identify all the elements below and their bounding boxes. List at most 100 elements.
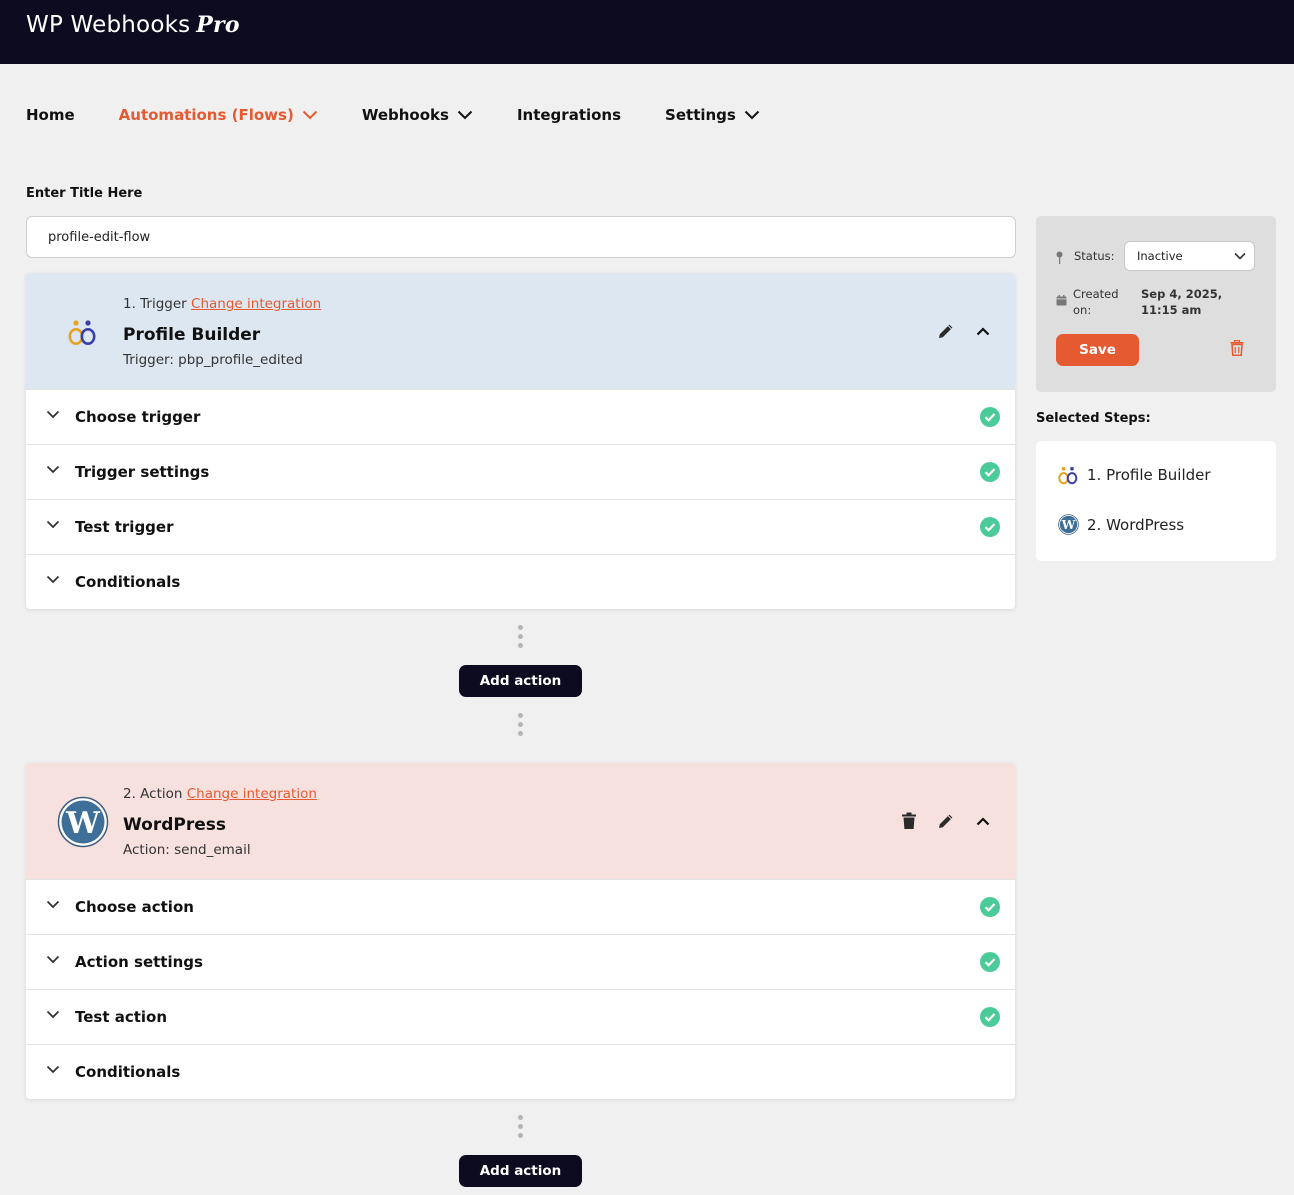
- nav-item-label: Integrations: [516, 106, 622, 124]
- trigger-subtitle: Trigger: pbp_profile_edited: [123, 352, 303, 368]
- check-circle-icon: [980, 462, 1000, 482]
- accordion-choose-trigger[interactable]: Choose trigger: [26, 389, 1015, 444]
- step-text: 1. Trigger: [123, 296, 187, 312]
- chevron-down-icon: [302, 110, 318, 120]
- accordion-label: Choose action: [75, 898, 194, 916]
- collapse-step-button[interactable]: [964, 810, 1001, 832]
- pencil-icon: [938, 814, 952, 828]
- nav-item-webhooks[interactable]: Webhooks: [362, 106, 473, 124]
- chevron-up-icon: [976, 816, 989, 825]
- pencil-icon: [938, 324, 952, 338]
- delete-step-button[interactable]: [890, 810, 927, 832]
- trash-icon[interactable]: [1230, 340, 1244, 356]
- accordion-choose-action[interactable]: Choose action: [26, 879, 1015, 934]
- status-label: Status:: [1074, 249, 1115, 263]
- profile-builder-logo-icon: [1058, 464, 1079, 485]
- card-tools: [927, 320, 1001, 342]
- accordion-label: Conditionals: [75, 1063, 181, 1081]
- chevron-down-icon: [1234, 252, 1246, 260]
- check-circle-icon: [980, 897, 1000, 917]
- selected-step-item[interactable]: 1. Profile Builder: [1058, 464, 1211, 485]
- selected-steps-label: Selected Steps:: [1036, 411, 1151, 426]
- chevron-down-icon: [46, 900, 60, 909]
- pin-icon: [1056, 251, 1063, 264]
- accordion-conditionals[interactable]: Conditionals: [26, 1044, 1015, 1099]
- profile-builder-logo-icon: [57, 306, 109, 358]
- selected-steps-list: 1. Profile Builder W 2. WordPress: [1036, 441, 1276, 561]
- accordion-conditionals[interactable]: Conditionals: [26, 554, 1015, 609]
- title-field-label: Enter Title Here: [26, 186, 143, 201]
- trash-icon: [901, 812, 916, 829]
- add-action-button[interactable]: Add action: [459, 665, 582, 697]
- chevron-down-icon: [46, 410, 60, 419]
- edit-step-button[interactable]: [927, 320, 964, 342]
- main-nav: Home Automations (Flows) Webhooks Integr…: [26, 104, 804, 126]
- accordion-test-trigger[interactable]: Test trigger: [26, 499, 1015, 554]
- trigger-step-card: 1. Trigger Change integration Profile Bu…: [26, 273, 1015, 609]
- accordion-label: Test trigger: [75, 518, 174, 536]
- top-bar: WP Webhooks Pro: [0, 0, 1294, 64]
- flow-status-panel: Status: Inactive Created on: Sep 4, 2025…: [1036, 216, 1276, 392]
- card-tools: [890, 810, 1001, 832]
- accordion-label: Conditionals: [75, 573, 181, 591]
- nav-item-home[interactable]: Home: [26, 106, 75, 124]
- status-value: Inactive: [1137, 249, 1183, 263]
- chevron-down-icon: [46, 575, 60, 584]
- logo-badge: Pro: [196, 12, 240, 38]
- accordion-action-settings[interactable]: Action settings: [26, 934, 1015, 989]
- flow-title-input[interactable]: [26, 216, 1016, 258]
- change-integration-link[interactable]: Change integration: [187, 786, 317, 802]
- calendar-icon: [1056, 295, 1067, 306]
- app-logo[interactable]: WP Webhooks Pro: [26, 12, 240, 38]
- chevron-down-icon: [46, 465, 60, 474]
- check-circle-icon: [980, 952, 1000, 972]
- integration-name: Profile Builder: [123, 325, 261, 345]
- selected-step-item[interactable]: W 2. WordPress: [1058, 514, 1184, 535]
- accordion-test-action[interactable]: Test action: [26, 989, 1015, 1044]
- chevron-down-icon: [457, 110, 473, 120]
- nav-item-integrations[interactable]: Integrations: [517, 106, 621, 124]
- selected-step-label: 2. WordPress: [1087, 515, 1185, 534]
- trigger-step-header[interactable]: 1. Trigger Change integration Profile Bu…: [26, 273, 1015, 389]
- status-select[interactable]: Inactive: [1124, 241, 1255, 271]
- add-action-button[interactable]: Add action: [459, 1155, 582, 1187]
- action-step-card: W 2. Action Change integration WordPress…: [26, 763, 1015, 1099]
- nav-item-label: Automations (Flows): [118, 106, 294, 124]
- nav-item-label: Webhooks: [361, 106, 449, 124]
- svg-text:W: W: [65, 806, 101, 841]
- nav-item-label: Home: [26, 106, 75, 124]
- edit-step-button[interactable]: [927, 810, 964, 832]
- created-date: Sep 4, 2025, 11:15 am: [1141, 287, 1223, 317]
- action-step-header[interactable]: W 2. Action Change integration WordPress…: [26, 763, 1015, 879]
- action-subtitle: Action: send_email: [123, 842, 251, 858]
- wordpress-logo-icon: W: [57, 796, 109, 848]
- connector-dots: [518, 713, 524, 740]
- chevron-down-icon: [46, 1010, 60, 1019]
- accordion-label: Test action: [75, 1008, 168, 1026]
- created-label: Created on:: [1073, 287, 1119, 317]
- step-text: 2. Action: [123, 786, 183, 802]
- save-button[interactable]: Save: [1056, 334, 1139, 366]
- chevron-down-icon: [46, 955, 60, 964]
- accordion-label: Trigger settings: [75, 463, 210, 481]
- logo-text: WP Webhooks: [26, 12, 191, 38]
- step-number: 2. Action Change integration: [123, 786, 317, 802]
- svg-text:W: W: [1061, 518, 1076, 532]
- selected-step-label: 1. Profile Builder: [1087, 465, 1211, 484]
- connector-dots: [518, 625, 524, 652]
- chevron-down-icon: [46, 1065, 60, 1074]
- chevron-up-icon: [976, 326, 989, 335]
- check-circle-icon: [980, 517, 1000, 537]
- accordion-label: Action settings: [75, 953, 203, 971]
- wordpress-logo-icon: W: [1058, 514, 1079, 535]
- accordion-label: Choose trigger: [75, 408, 201, 426]
- check-circle-icon: [980, 1007, 1000, 1027]
- change-integration-link[interactable]: Change integration: [191, 296, 321, 312]
- collapse-step-button[interactable]: [964, 320, 1001, 342]
- nav-item-settings[interactable]: Settings: [665, 106, 760, 124]
- nav-item-automations[interactable]: Automations (Flows): [119, 106, 318, 124]
- nav-item-label: Settings: [665, 106, 736, 124]
- accordion-trigger-settings[interactable]: Trigger settings: [26, 444, 1015, 499]
- integration-name: WordPress: [123, 815, 226, 835]
- chevron-down-icon: [744, 110, 760, 120]
